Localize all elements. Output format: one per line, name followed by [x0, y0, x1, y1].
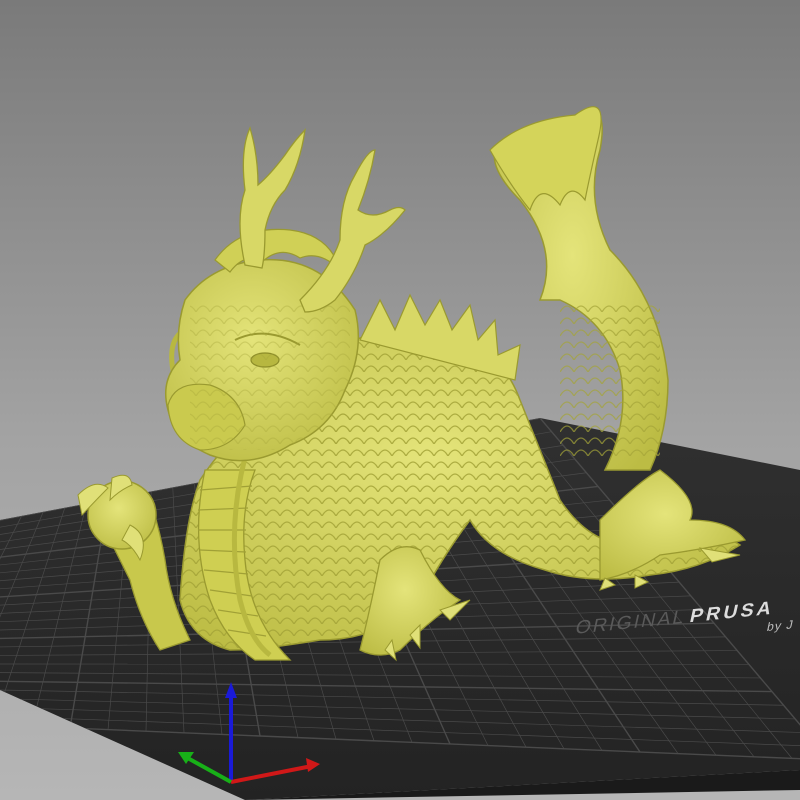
horn-right — [299, 149, 406, 313]
tail-scales — [560, 300, 660, 460]
3d-viewport[interactable]: ORIGINAL PRUSA by J — [0, 0, 800, 800]
head-texture — [190, 300, 350, 450]
scene-canvas[interactable] — [0, 0, 800, 800]
